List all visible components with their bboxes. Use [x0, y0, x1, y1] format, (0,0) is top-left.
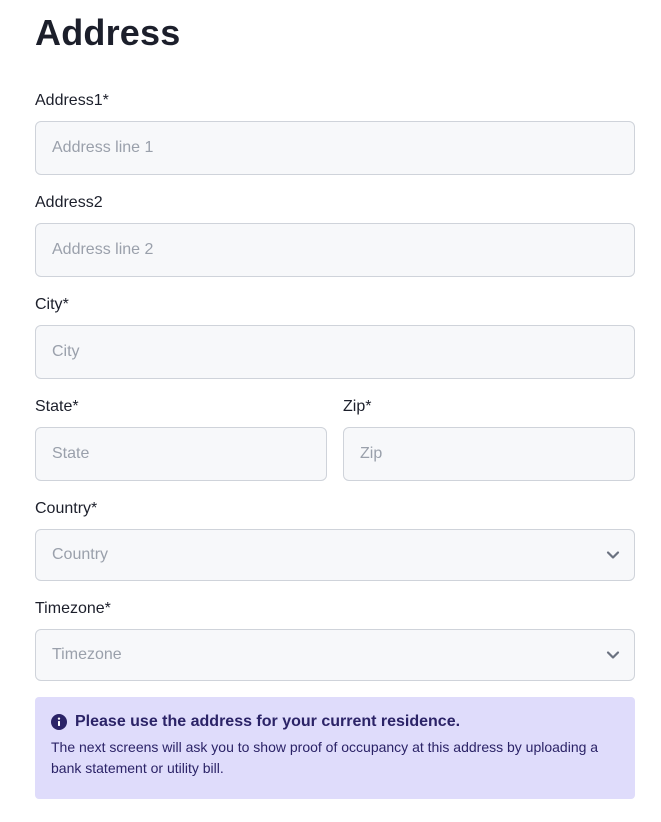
residence-notice: Please use the address for your current … [35, 697, 635, 799]
chevron-down-icon [606, 551, 620, 559]
timezone-label-text: Timezone [35, 600, 105, 617]
address2-label-text: Address2 [35, 194, 103, 211]
city-label: City* [35, 296, 69, 314]
state-input[interactable]: State [35, 427, 327, 481]
address2-placeholder: Address line 2 [52, 241, 154, 258]
address1-input[interactable]: Address line 1 [35, 121, 635, 175]
timezone-label: Timezone* [35, 600, 111, 618]
notice-title: Please use the address for your current … [75, 713, 461, 730]
address1-placeholder: Address line 1 [52, 139, 154, 156]
country-label: Country* [35, 500, 97, 518]
address2-input[interactable]: Address line 2 [35, 223, 635, 277]
notice-body: The next screens will ask you to show pr… [51, 739, 599, 776]
city-label-text: City [35, 296, 63, 313]
country-label-text: Country [35, 500, 92, 517]
city-placeholder: City [52, 343, 80, 360]
zip-placeholder: Zip [360, 445, 383, 462]
address-form-page: Address Address1* Address line 1 Address… [0, 0, 661, 822]
city-required-mark: * [62, 296, 69, 313]
state-required-mark: * [72, 398, 79, 415]
state-placeholder: State [52, 445, 90, 462]
address2-label: Address2 [35, 194, 103, 212]
zip-required-mark: * [365, 398, 372, 415]
zip-input[interactable]: Zip [343, 427, 635, 481]
zip-label-text: Zip [343, 398, 366, 415]
zip-label: Zip* [343, 398, 371, 416]
notice-header: Please use the address for your current … [51, 713, 619, 731]
address1-label-text: Address1 [35, 92, 103, 109]
address1-label: Address1* [35, 92, 109, 110]
page-title: Address [35, 12, 181, 53]
city-input[interactable]: City [35, 325, 635, 379]
timezone-select[interactable]: Timezone [35, 629, 635, 681]
country-select[interactable]: Country [35, 529, 635, 581]
address1-required-mark: * [102, 92, 109, 109]
info-icon [51, 714, 67, 730]
chevron-down-icon [606, 651, 620, 659]
state-label: State* [35, 398, 79, 416]
country-placeholder: Country [52, 546, 109, 563]
state-label-text: State [35, 398, 73, 415]
timezone-required-mark: * [104, 600, 111, 617]
timezone-placeholder: Timezone [52, 646, 122, 663]
country-required-mark: * [91, 500, 98, 517]
